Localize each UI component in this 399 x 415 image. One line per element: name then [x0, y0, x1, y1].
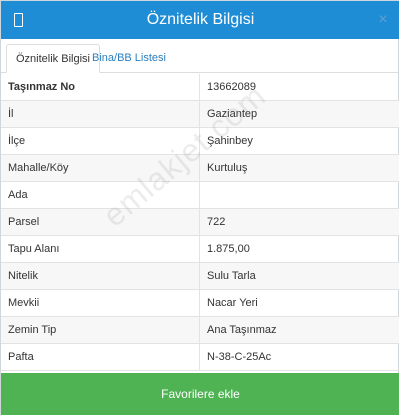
row-value: Ana Taşınmaz: [207, 324, 277, 336]
row-value: [201, 182, 399, 209]
row-value: Şahinbey: [207, 135, 253, 147]
row-value: 13662089: [207, 81, 256, 93]
row-label: Nitelik: [1, 263, 200, 290]
row-value: 722: [207, 216, 226, 228]
table-row: İlçe Şahinbey: [1, 128, 399, 155]
dialog-title: Öznitelik Bilgisi: [146, 11, 255, 28]
table-row: Parsel 722: [1, 209, 399, 236]
table-row: Taşınmaz No 13662089: [1, 74, 399, 101]
row-label: İl: [1, 101, 200, 128]
row-label: Mahalle/Köy: [1, 155, 200, 182]
row-value: Nacar Yeri: [207, 297, 258, 309]
row-value: Kurtuluş: [207, 162, 248, 174]
table-row: Nitelik Sulu Tarla: [1, 263, 399, 290]
row-value: Gaziantep: [207, 108, 258, 120]
table-row: Tapu Alanı 1.875,00: [1, 236, 399, 263]
attribute-table: Taşınmaz No 13662089 İl Gaziantep İlçe Ş…: [1, 74, 399, 371]
add-to-favorites-button[interactable]: Favorilere ekle: [1, 373, 399, 415]
row-label: Tapu Alanı: [1, 236, 200, 263]
attribute-info-dialog: Öznitelik Bilgisi × Öznitelik Bilgisi Bi…: [0, 0, 399, 415]
row-label: Ada: [1, 182, 200, 209]
close-button[interactable]: ×: [374, 10, 392, 30]
table-row: Mahalle/Köy Kurtuluş: [1, 155, 399, 182]
table-row: İl Gaziantep: [1, 101, 399, 128]
table-row: Ada: [1, 182, 399, 209]
row-label: Mevkii: [1, 290, 200, 317]
dialog-header: Öznitelik Bilgisi ×: [1, 1, 399, 39]
table-row: Mevkii Nacar Yeri: [1, 290, 399, 317]
table-row: Pafta N-38-C-25Ac: [1, 344, 399, 371]
tab-bar: Öznitelik Bilgisi Bina/BB Listesi: [1, 39, 399, 73]
row-value: Sulu Tarla: [207, 270, 256, 282]
row-value: 1.875,00: [207, 243, 250, 255]
tab-building-list[interactable]: Bina/BB Listesi: [83, 44, 175, 73]
row-label: Parsel: [1, 209, 200, 236]
row-label: Pafta: [1, 344, 200, 371]
row-label: Taşınmaz No: [1, 74, 200, 101]
table-row: Zemin Tip Ana Taşınmaz: [1, 317, 399, 344]
row-label: Zemin Tip: [1, 317, 200, 344]
row-label: İlçe: [1, 128, 200, 155]
row-value: N-38-C-25Ac: [207, 351, 272, 363]
